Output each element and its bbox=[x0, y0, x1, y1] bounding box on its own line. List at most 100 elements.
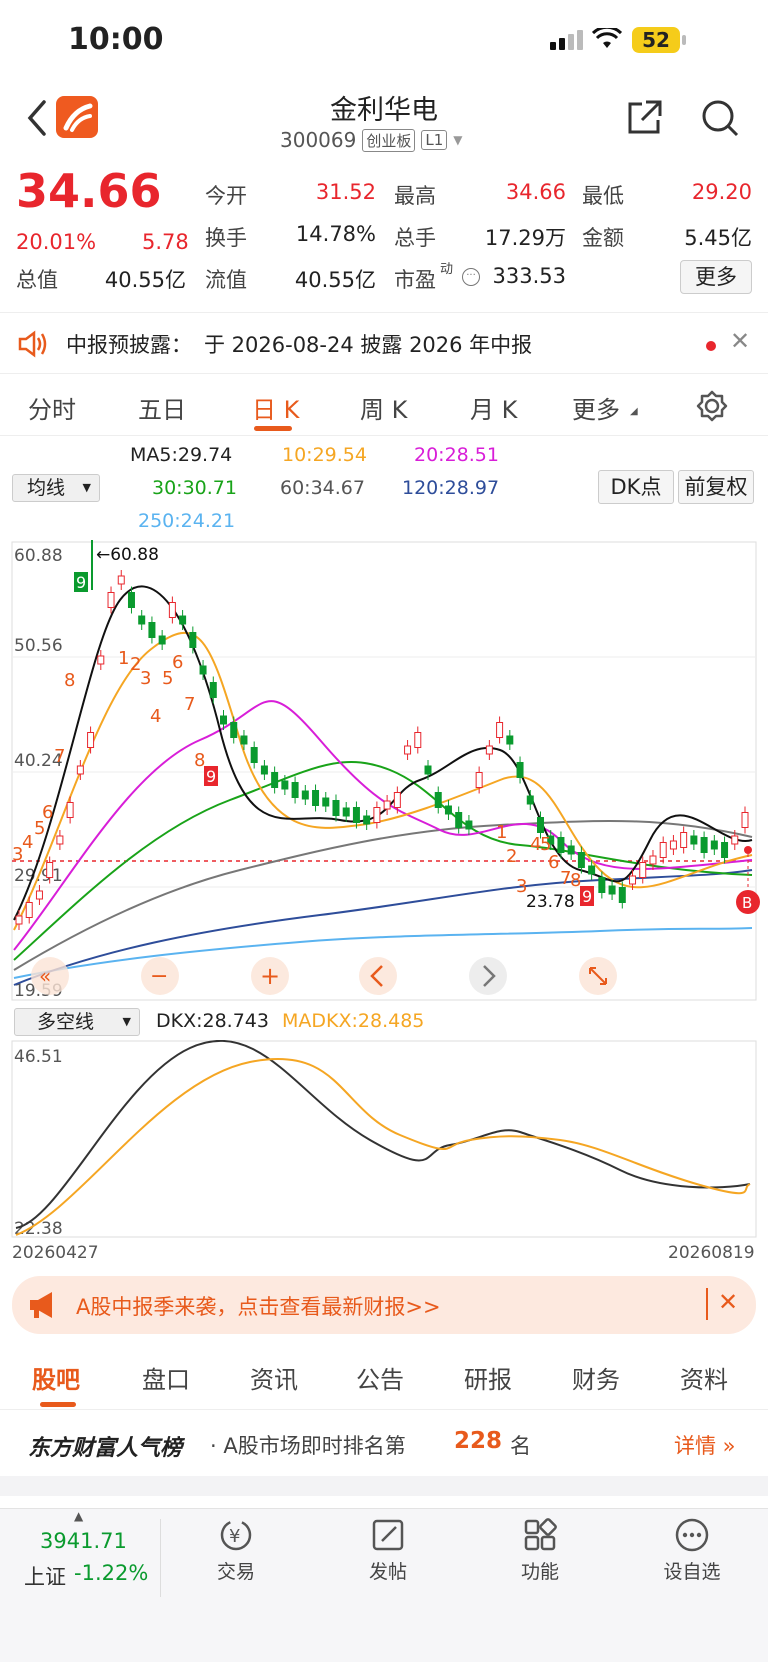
candle bbox=[393, 792, 401, 808]
nav-post[interactable]: 发帖 bbox=[348, 1517, 428, 1584]
kline-chart[interactable]: 60.88 50.56 40.24 29.91 19.59 ←60.88 23.… bbox=[0, 540, 768, 1002]
candle bbox=[680, 832, 688, 848]
edit-icon bbox=[372, 1519, 404, 1551]
candle bbox=[35, 890, 43, 900]
candle bbox=[629, 875, 637, 885]
change-percent: 20.01% bbox=[16, 230, 97, 254]
candle bbox=[260, 765, 268, 775]
bottom-nav: ▲ 3941.71 上证 -1.22% ¥ 交易 发帖 功能 设自选 bbox=[0, 1508, 768, 1662]
stock-code: 300069 bbox=[280, 128, 357, 152]
nav-trade[interactable]: ¥ 交易 bbox=[196, 1517, 276, 1584]
search-button[interactable] bbox=[700, 98, 740, 142]
notice-banner[interactable]: 中报预披露： 于 2026-08-24 披露 2026 年中报 ✕ bbox=[0, 312, 768, 374]
high-value: 34.66 bbox=[505, 180, 566, 204]
candle bbox=[731, 835, 739, 845]
popularity-rank[interactable]: 东方财富人气榜 · A股市场即时排名第 228 名 详情 » bbox=[0, 1412, 768, 1476]
candle bbox=[414, 732, 422, 748]
adjust-button[interactable]: 前复权 bbox=[678, 470, 754, 504]
candle bbox=[97, 655, 105, 665]
battery-level: 52 bbox=[642, 28, 670, 52]
tab-news[interactable]: 资讯 bbox=[250, 1360, 298, 1395]
low-value: 29.20 bbox=[691, 180, 752, 204]
tab-orderbook[interactable]: 盘口 bbox=[142, 1360, 190, 1395]
candle bbox=[434, 792, 442, 808]
tab-finance[interactable]: 财务 bbox=[572, 1360, 620, 1395]
index-pct: -1.22% bbox=[74, 1561, 149, 1585]
rank-suffix: 名 bbox=[510, 1434, 531, 1458]
svg-text:3: 3 bbox=[140, 668, 151, 689]
tab-announcements[interactable]: 公告 bbox=[356, 1360, 404, 1395]
ma-selector[interactable]: 均线 ▼ bbox=[12, 474, 100, 502]
candle bbox=[291, 782, 299, 798]
tab-daily-k[interactable]: 日 K bbox=[252, 390, 299, 425]
candle bbox=[179, 615, 187, 625]
candle bbox=[56, 835, 64, 845]
ad-text: A股中报季来袭，点击查看最新财报>> bbox=[76, 1295, 441, 1319]
rank-brand: 东方财富人气榜 bbox=[28, 1436, 183, 1461]
indicator-selector[interactable]: 多空线 ▼ bbox=[14, 1008, 140, 1036]
tab-weekly-k[interactable]: 周 K bbox=[360, 390, 407, 425]
rank-detail-link[interactable]: 详情 » bbox=[674, 1430, 736, 1460]
dropdown-arrow-icon: ▼ bbox=[82, 481, 91, 494]
pe-dynamic-sup: 动 bbox=[440, 262, 454, 277]
tab-research[interactable]: 研报 bbox=[464, 1360, 512, 1395]
info-icon[interactable]: ··· bbox=[462, 268, 480, 286]
dk-point-button[interactable]: DK点 bbox=[598, 470, 674, 504]
ma30-value: 30:30.71 bbox=[152, 477, 237, 499]
settings-icon[interactable] bbox=[696, 390, 728, 426]
share-button[interactable] bbox=[624, 98, 664, 142]
quote-panel: 34.66 20.01% 5.78 今开 31.52 最高 34.66 最低 2… bbox=[0, 164, 768, 312]
svg-text:2: 2 bbox=[506, 846, 517, 867]
tab-intraday[interactable]: 分时 bbox=[28, 390, 76, 425]
nav-watchlist[interactable]: 设自选 bbox=[652, 1517, 732, 1584]
tab-five-day[interactable]: 五日 bbox=[138, 390, 186, 425]
svg-text:6: 6 bbox=[172, 652, 183, 673]
more-caret-icon: ◢ bbox=[630, 406, 638, 417]
candle bbox=[66, 802, 74, 818]
share-icon bbox=[628, 100, 662, 134]
more-quote-button[interactable]: 更多 bbox=[680, 260, 752, 294]
megaphone-icon bbox=[26, 1290, 60, 1324]
nav-functions[interactable]: 功能 bbox=[500, 1517, 580, 1584]
period-tabs: 分时 五日 日 K 周 K 月 K 更多 ◢ bbox=[0, 376, 768, 436]
dkx-chart[interactable]: 46.51 22.38 20260427 20260819 bbox=[0, 1040, 768, 1264]
battery-icon: 52 bbox=[632, 27, 680, 53]
market-cap-value: 40.55亿 bbox=[104, 268, 186, 292]
close-icon[interactable]: ✕ bbox=[718, 1288, 738, 1316]
pan-right-button[interactable] bbox=[469, 957, 507, 995]
ma20-value: 20:28.51 bbox=[414, 444, 499, 466]
candle bbox=[444, 805, 452, 815]
svg-text:3: 3 bbox=[516, 876, 527, 897]
candle bbox=[117, 575, 125, 585]
candle bbox=[557, 837, 565, 853]
candle bbox=[240, 735, 248, 745]
tab-monthly-k[interactable]: 月 K bbox=[470, 390, 517, 425]
tab-profile[interactable]: 资料 bbox=[680, 1360, 728, 1395]
svg-text:¥: ¥ bbox=[229, 1526, 240, 1547]
dropdown-arrow-icon: ▼ bbox=[122, 1015, 131, 1028]
date-start: 20260427 bbox=[12, 1243, 99, 1263]
candle bbox=[659, 842, 667, 858]
tab-forum[interactable]: 股吧 bbox=[32, 1360, 80, 1395]
indicator-selector-label: 多空线 bbox=[37, 1011, 95, 1033]
candle bbox=[516, 762, 524, 778]
nav-trade-label: 交易 bbox=[216, 1561, 255, 1583]
ad-banner[interactable]: A股中报季来袭，点击查看最新财报>> ✕ bbox=[12, 1276, 756, 1334]
y-label-2: 50.56 bbox=[14, 636, 63, 656]
dropdown-caret-icon[interactable]: ▼ bbox=[453, 133, 462, 147]
index-ticker[interactable]: ▲ 3941.71 上证 -1.22% bbox=[0, 1509, 160, 1605]
candle bbox=[710, 840, 718, 850]
svg-text:4: 4 bbox=[150, 706, 161, 727]
pan-left-button[interactable] bbox=[359, 957, 397, 995]
candle bbox=[475, 772, 483, 788]
candle bbox=[15, 915, 23, 925]
tab-more[interactable]: 更多 bbox=[572, 390, 620, 425]
section-divider bbox=[0, 1476, 768, 1496]
nav-divider bbox=[160, 1519, 161, 1597]
candle bbox=[639, 862, 647, 878]
close-icon[interactable]: ✕ bbox=[730, 327, 750, 355]
notice-label: 中报预披露： bbox=[66, 333, 192, 357]
candle bbox=[189, 632, 197, 648]
stock-header: 金利华电 300069 创业板 L1 ▼ bbox=[0, 84, 768, 164]
svg-text:6: 6 bbox=[548, 852, 559, 873]
